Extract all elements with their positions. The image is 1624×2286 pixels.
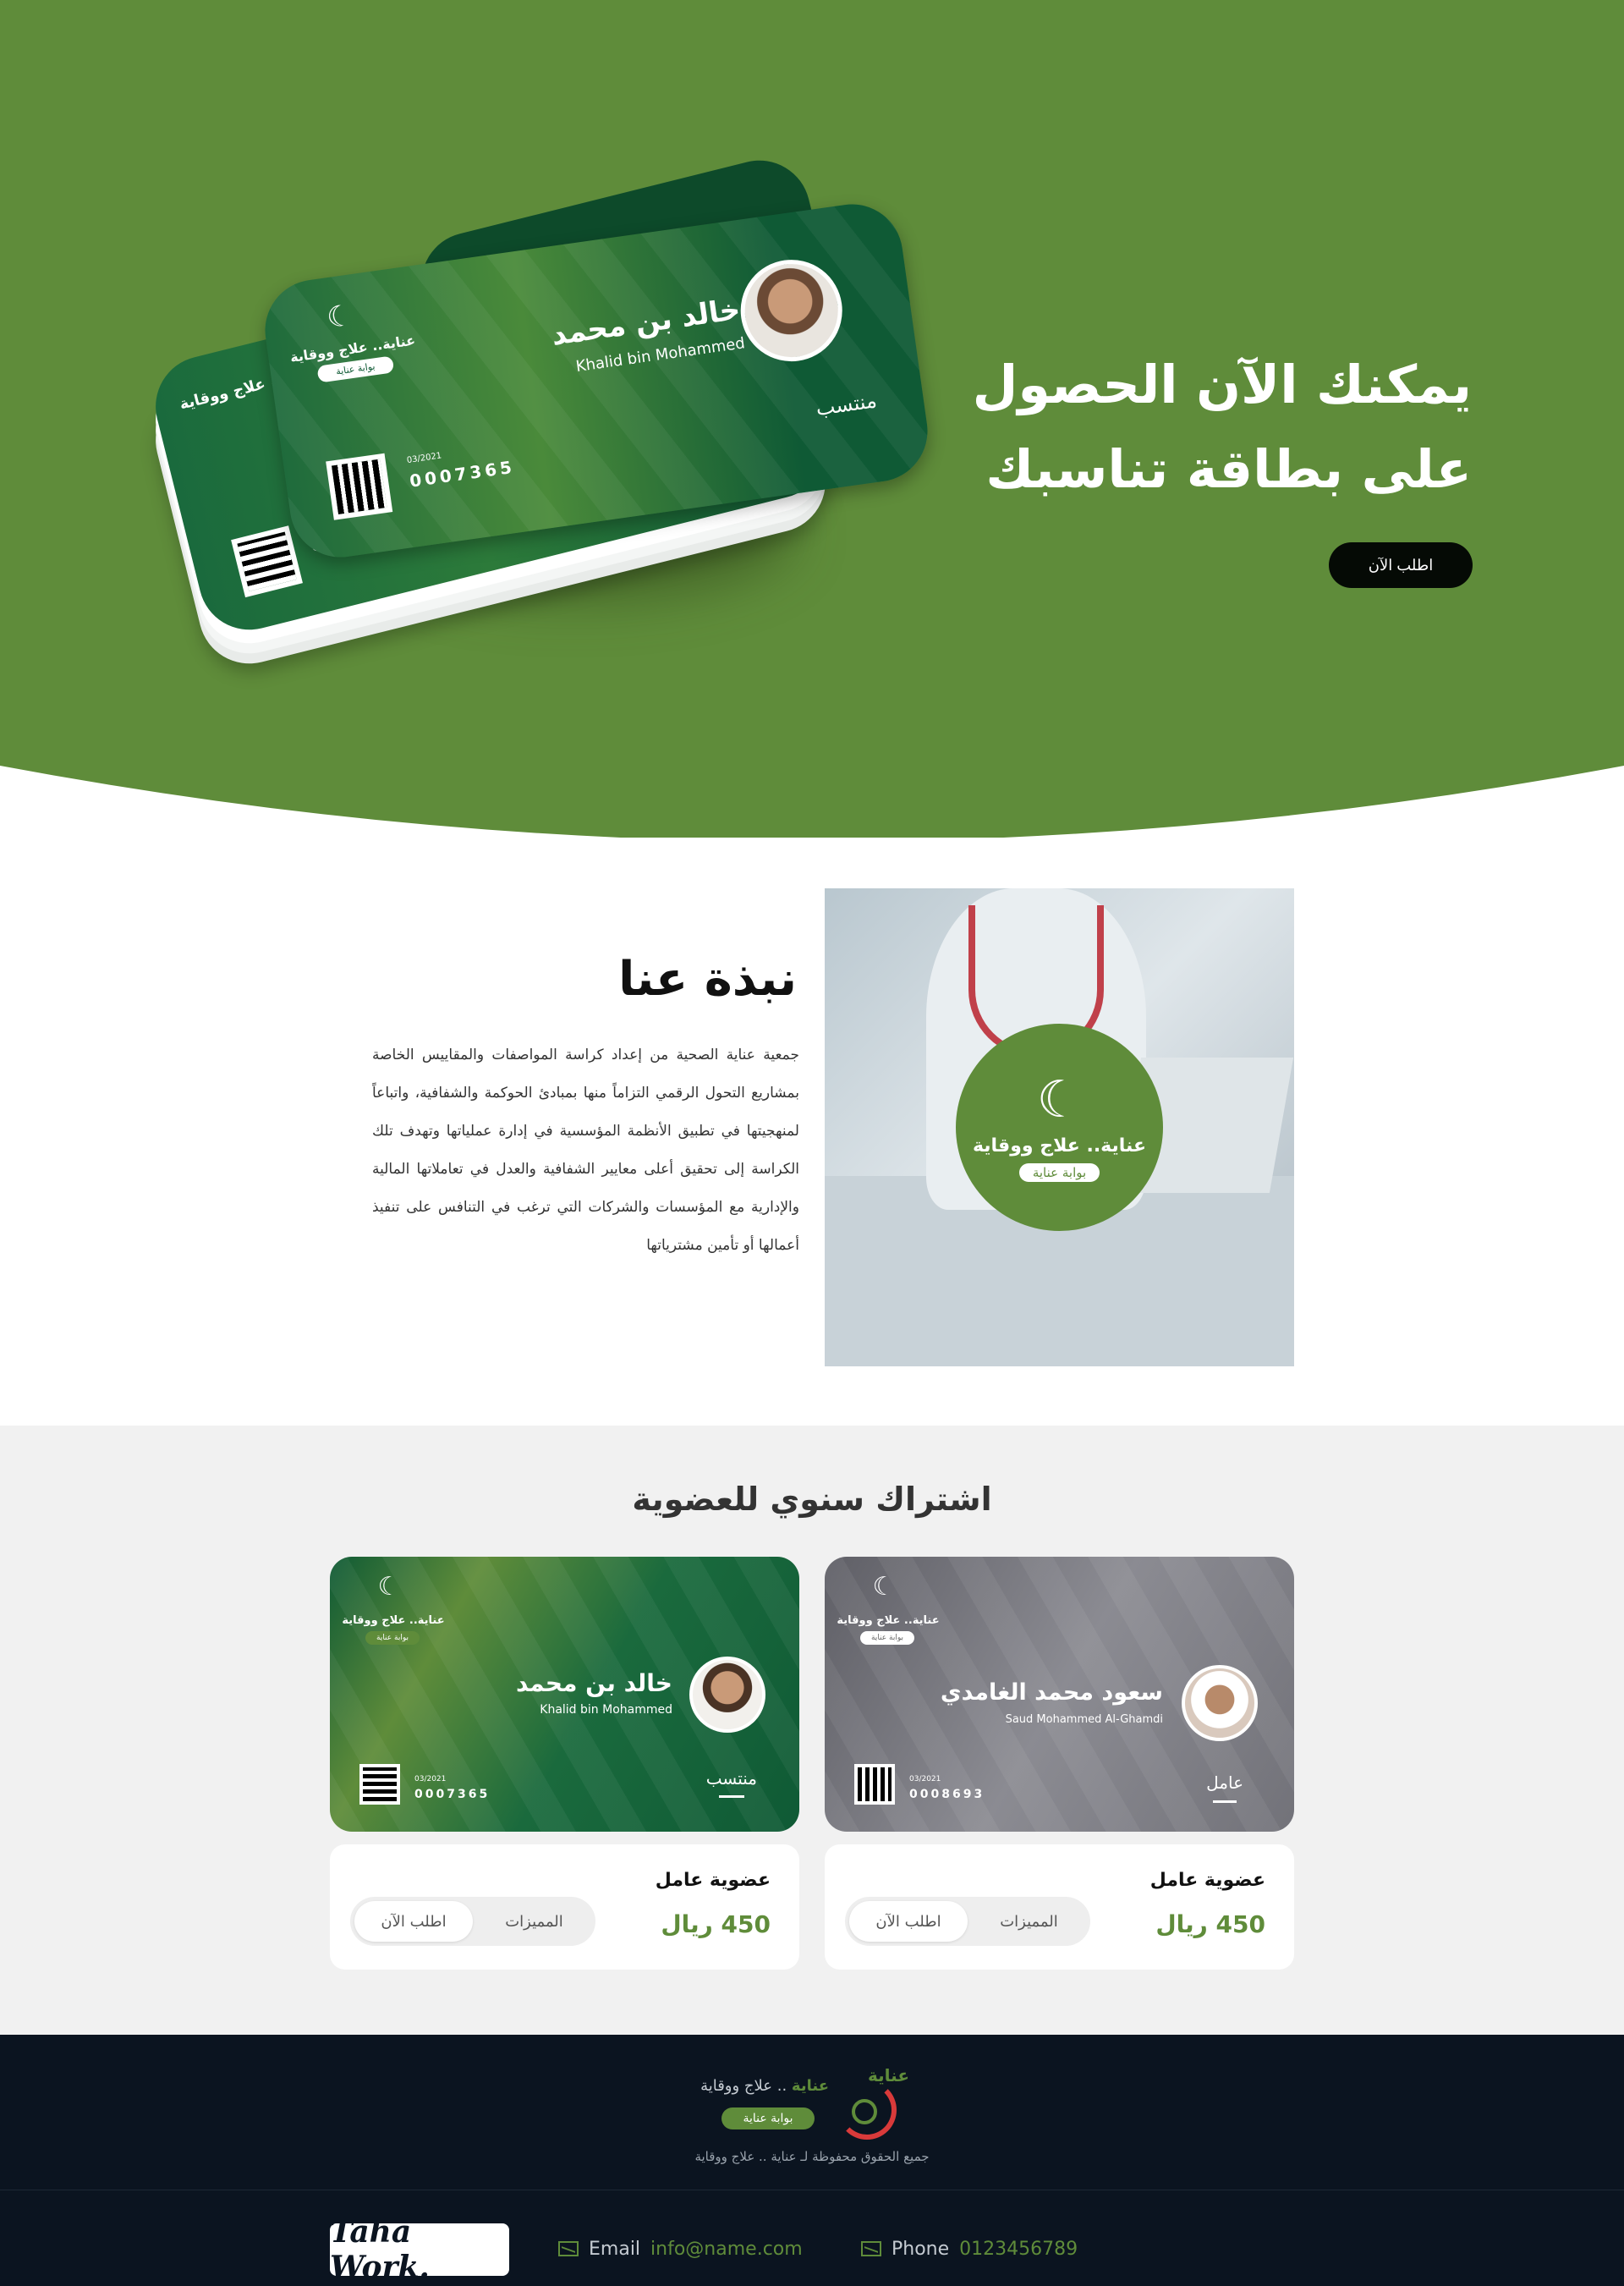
qr-code-icon xyxy=(326,453,393,520)
email-value[interactable]: info@name.com xyxy=(650,2239,803,2260)
about-logo-portal: بوابة عناية xyxy=(1018,1163,1100,1182)
plan-order-button[interactable]: اطلب الآن xyxy=(849,1901,968,1942)
qr-code-icon xyxy=(854,1764,895,1805)
card-member-type: منتسب xyxy=(705,1768,757,1789)
card-number: 0008693 xyxy=(909,1788,985,1801)
email-label: Email xyxy=(589,2238,641,2260)
hero-order-button[interactable]: اطلب الآن xyxy=(1329,542,1473,588)
card-date: 03/2021 xyxy=(909,1775,941,1783)
card-brand-tagline: عناية.. علاج ووقاية xyxy=(837,1614,940,1627)
plan-card-affiliate-green: ☾ عناية.. علاج ووقاية بوابة عناية خالد ب… xyxy=(330,1557,799,1832)
footer-brand-tagline-name: عناية xyxy=(791,2077,829,2095)
taha-work-logo-text: Taha Work. xyxy=(330,2214,430,2285)
card-portal-badge: بوابة عناية xyxy=(365,1631,420,1645)
about-image: ☾ عناية.. علاج ووقاية بوابة عناية xyxy=(825,888,1294,1366)
footer-brand-name: عناية xyxy=(868,2065,909,2085)
qr-code-icon xyxy=(359,1764,400,1805)
plan-name: عضوية عامل xyxy=(1149,1870,1265,1891)
about-title: نبذة عنا xyxy=(618,952,797,1007)
page: 0007 عناية.. علاج ووقاية ☾ عناية.. علاج … xyxy=(0,0,1624,2286)
hero-section: 0007 عناية.. علاج ووقاية ☾ عناية.. علاج … xyxy=(0,0,1624,838)
footer-brand-tagline: عناية .. علاج ووقاية xyxy=(660,2077,829,2095)
about-logo-tagline: عناية.. علاج ووقاية xyxy=(972,1135,1147,1157)
plan-name: عضوية عامل xyxy=(655,1870,771,1891)
card-member-name-ar: خالد بن محمد xyxy=(515,1669,672,1697)
about-brand-logo: ☾ عناية.. علاج ووقاية بوابة عناية xyxy=(956,1024,1163,1231)
brand-logo-icon: ☾ xyxy=(377,1572,401,1602)
footer-phone[interactable]: Phone 0123456789 xyxy=(861,2234,1078,2264)
about-paragraph: جمعية عناية الصحية من إعداد كراسة المواص… xyxy=(372,1047,799,1254)
card-brand-tagline: عناية.. علاج ووقاية xyxy=(342,1614,445,1627)
card-type-underline xyxy=(1213,1800,1237,1803)
plan-info-worker-grey: عضوية عامل 450 ريال المميزات اطلب الآن xyxy=(825,1844,1294,1970)
card-portal-badge: بوابة عناية xyxy=(860,1631,914,1645)
phone-mail-icon xyxy=(861,2241,881,2256)
qr-code-icon xyxy=(231,525,303,598)
taha-work-logo[interactable]: Taha Work. xyxy=(330,2214,509,2285)
brand-logo-icon: ☾ xyxy=(872,1572,896,1602)
hero-title: يمكنك الآن الحصول على بطاقة تناسبك xyxy=(829,343,1472,512)
member-avatar xyxy=(689,1657,765,1733)
brand-person-icon xyxy=(852,2099,877,2124)
mail-icon xyxy=(558,2241,579,2256)
hero-title-line1: يمكنك الآن الحصول xyxy=(972,354,1472,415)
phone-value[interactable]: 0123456789 xyxy=(959,2239,1078,2260)
footer-brand-logo: عناية xyxy=(833,2065,909,2141)
card-date: 03/2021 xyxy=(414,1775,447,1783)
card-stack-illustration: 0007 عناية.. علاج ووقاية ☾ عناية.. علاج … xyxy=(145,150,935,711)
footer-copyright: جميع الحقوق محفوظة لـ عناية .. علاج ووقا… xyxy=(694,2149,930,2164)
card-type-underline xyxy=(719,1795,744,1798)
card-number: 0007365 xyxy=(414,1788,491,1801)
card-member-type: عامل xyxy=(1206,1772,1243,1793)
plan-features-button[interactable]: المميزات xyxy=(477,1901,591,1942)
card-member-name-en: Khalid bin Mohammed xyxy=(540,1703,672,1717)
brand-logo-icon: ☾ xyxy=(1036,1070,1083,1129)
plan-info-affiliate-green: عضوية عامل 450 ريال المميزات اطلب الآن xyxy=(330,1844,799,1970)
plan-order-button[interactable]: اطلب الآن xyxy=(354,1901,473,1942)
plan-features-button[interactable]: المميزات xyxy=(972,1901,1086,1942)
plan-card-worker-grey: ☾ عناية.. علاج ووقاية بوابة عناية سعود م… xyxy=(825,1557,1294,1832)
plan-toggle: المميزات اطلب الآن xyxy=(845,1897,1090,1946)
plan-price: 450 ريال xyxy=(661,1910,771,1938)
phone-label: Phone xyxy=(892,2238,950,2260)
hero-title-line2: على بطاقة تناسبك xyxy=(985,438,1472,500)
member-avatar xyxy=(1182,1665,1258,1741)
card-member-name-ar: سعود محمد الغامدي xyxy=(940,1679,1163,1706)
card-member-name-en: Saud Mohammed Al-Ghamdi xyxy=(1005,1713,1163,1726)
plan-toggle: المميزات اطلب الآن xyxy=(350,1897,595,1946)
footer-brand-tagline-text: .. علاج ووقاية xyxy=(700,2077,787,2095)
plan-price: 450 ريال xyxy=(1155,1910,1265,1938)
footer-portal-badge: بوابة عناية xyxy=(721,2107,815,2129)
footer-email[interactable]: Email info@name.com xyxy=(558,2234,803,2264)
footer-brand: عناية عناية .. علاج ووقاية بوابة عناية xyxy=(0,2065,1624,2141)
subscription-title: اشتراك سنوي للعضوية xyxy=(632,1481,992,1518)
